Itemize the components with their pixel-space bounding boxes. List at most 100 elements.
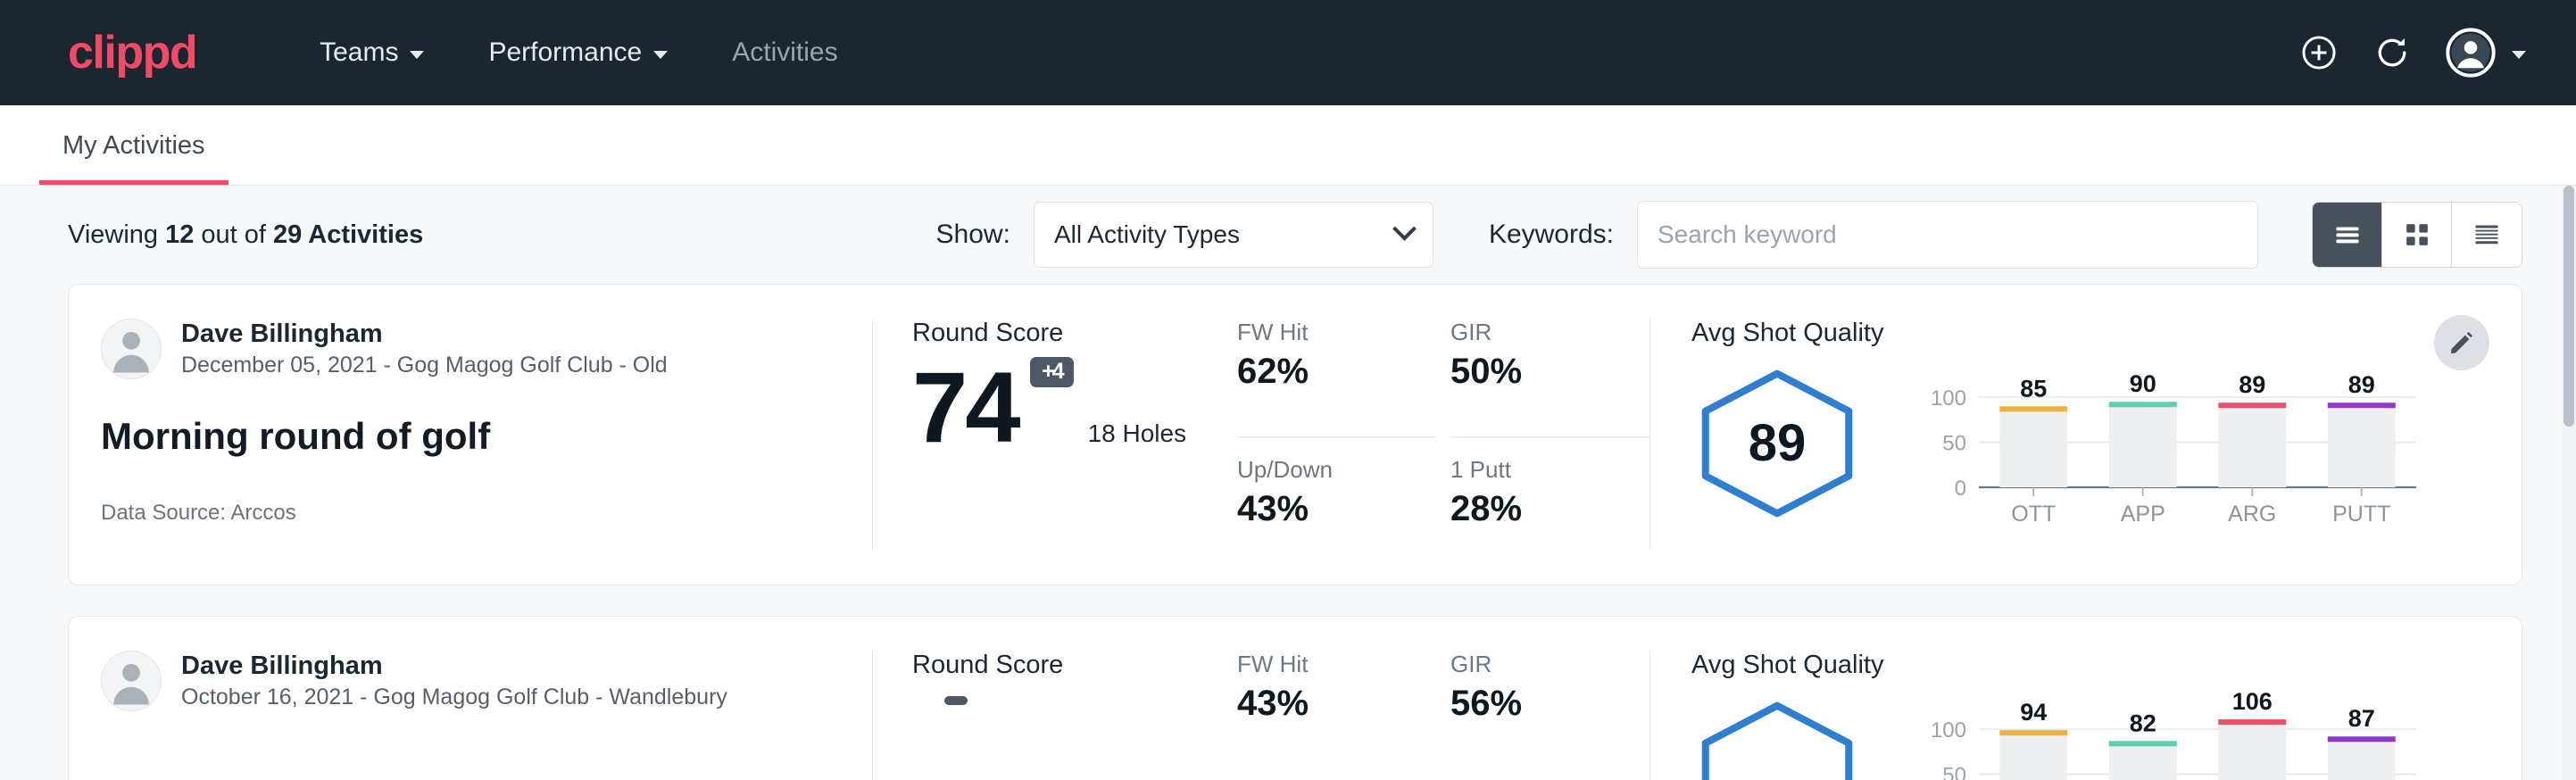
shot-quality-bar-chart: 05010085OTT90APP89ARG89PUTT: [1913, 353, 2486, 533]
scrollbar-thumb[interactable]: [2564, 186, 2574, 427]
svg-text:50: 50: [1942, 432, 1966, 456]
nav-item-activities[interactable]: Activities: [700, 37, 869, 68]
activity-meta: October 16, 2021 - Gog Magog Golf Club -…: [181, 685, 727, 710]
svg-text:100: 100: [1931, 386, 1966, 411]
avg-shot-quality-section: Avg Shot Quality 89 05010085OTT90APP89AR…: [1650, 285, 2522, 585]
stat-up-down-label: Up/Down: [1237, 456, 1411, 484]
tab-my-activities-label: My Activities: [62, 131, 205, 160]
svg-text:APP: APP: [2121, 502, 2165, 527]
player-name: Dave Billingham: [181, 651, 727, 681]
detail-view-icon: [2470, 218, 2504, 252]
shot-quality-bar-chart: 05010094OTT82APP106ARG87PUTT: [1913, 685, 2486, 780]
account-avatar-icon: [2446, 28, 2496, 78]
nav-item-performance[interactable]: Performance: [456, 37, 700, 68]
holes-played: 18 Holes: [1088, 419, 1187, 455]
viewing-mid: out of: [194, 220, 273, 249]
tab-my-activities[interactable]: My Activities: [39, 131, 229, 185]
svg-text:90: 90: [2130, 370, 2156, 397]
view-mode-toggle-group: [2312, 202, 2522, 268]
shot-quality-hexagon: 89: [1691, 367, 1863, 520]
grid-view-icon: [2400, 218, 2434, 252]
nav-item-activities-label: Activities: [732, 37, 837, 68]
score-to-par-badge: +4: [1030, 357, 1074, 387]
chevron-down-icon: [653, 51, 668, 59]
main-nav-links: Teams Performance Activities: [287, 37, 869, 68]
svg-text:PUTT: PUTT: [2332, 502, 2390, 527]
activity-title: Morning round of golf: [101, 415, 845, 458]
chevron-down-icon: [410, 51, 424, 59]
refresh-icon[interactable]: [2372, 33, 2412, 72]
nav-item-teams[interactable]: Teams: [287, 37, 456, 68]
stat-one-putt-label: 1 Putt: [1450, 456, 1625, 484]
stat-fw-hit-value: 43%: [1237, 684, 1411, 724]
score-to-par-badge: [944, 696, 968, 705]
activity-card[interactable]: Dave Billingham December 05, 2021 - Gog …: [68, 284, 2522, 585]
svg-text:82: 82: [2130, 709, 2156, 736]
chevron-down-icon: [1392, 216, 1417, 240]
stat-up-down: Up/Down 43%: [1237, 438, 1436, 558]
avatar: [101, 651, 162, 711]
svg-text:50: 50: [1942, 764, 1966, 780]
stat-fw-hit: FW Hit 43%: [1237, 651, 1436, 780]
avg-shot-quality-heading: Avg Shot Quality: [1691, 319, 2486, 348]
activity-author: Dave Billingham December 05, 2021 - Gog …: [101, 319, 845, 379]
filter-toolbar: Viewing 12 out of 29 Activities Show: Al…: [0, 186, 2576, 284]
page-scrollbar[interactable]: [2562, 186, 2576, 780]
list-view-icon: [2331, 218, 2364, 252]
svg-text:100: 100: [1931, 718, 1966, 743]
person-avatar-icon: [102, 651, 161, 710]
round-score-number: 74: [912, 352, 1018, 463]
svg-text:89: 89: [2239, 371, 2265, 398]
view-mode-detail-button[interactable]: [2452, 203, 2522, 267]
round-score-heading: Round Score: [912, 651, 1230, 680]
svg-text:OTT: OTT: [2011, 502, 2056, 527]
stat-fw-hit-label: FW Hit: [1237, 319, 1411, 346]
stat-gir: GIR 56%: [1450, 651, 1649, 780]
stat-one-putt: 1 Putt 28%: [1450, 438, 1649, 558]
edit-activity-button[interactable]: [2434, 315, 2489, 370]
plus-circle-icon[interactable]: [2299, 33, 2339, 72]
nav-item-teams-label: Teams: [320, 37, 398, 68]
stat-gir: GIR 50%: [1450, 319, 1649, 438]
svg-text:106: 106: [2232, 688, 2273, 715]
viewing-total: 29 Activities: [273, 220, 423, 249]
activity-meta: December 05, 2021 - Gog Magog Golf Club …: [181, 353, 668, 378]
stat-up-down-value: 43%: [1237, 489, 1411, 529]
account-menu[interactable]: [2446, 28, 2526, 78]
viewing-count-text: Viewing 12 out of 29 Activities: [68, 220, 423, 250]
svg-text:94: 94: [2020, 699, 2047, 726]
nav-item-performance-label: Performance: [488, 37, 642, 68]
stat-gir-label: GIR: [1450, 319, 1625, 346]
view-mode-list-button[interactable]: [2313, 203, 2382, 267]
bar-chart-svg: 05010094OTT82APP106ARG87PUTT: [1913, 685, 2431, 780]
shot-quality-value: 89: [1691, 367, 1863, 520]
view-mode-grid-button[interactable]: [2382, 203, 2452, 267]
stat-gir-label: GIR: [1450, 651, 1625, 678]
search-input[interactable]: [1637, 201, 2258, 269]
svg-text:ARG: ARG: [2228, 502, 2276, 527]
stat-fw-hit-label: FW Hit: [1237, 651, 1411, 678]
tab-bar: My Activities: [0, 105, 2576, 186]
activity-card[interactable]: Dave Billingham October 16, 2021 - Gog M…: [68, 616, 2522, 780]
shot-quality-value: [1691, 699, 1863, 780]
clippd-logo[interactable]: clippd: [68, 29, 196, 76]
stat-one-putt-value: 28%: [1450, 489, 1625, 529]
activity-data-source: Data Source: Arccos: [101, 501, 845, 526]
activity-card-list: Dave Billingham December 05, 2021 - Gog …: [0, 284, 2576, 780]
activity-type-select-value: All Activity Types: [1054, 220, 1240, 249]
round-score-heading: Round Score: [912, 319, 1230, 348]
chevron-down-icon: [2512, 51, 2526, 59]
svg-text:89: 89: [2348, 371, 2375, 398]
pencil-icon: [2447, 328, 2476, 357]
stat-fw-hit-value: 62%: [1237, 352, 1411, 392]
round-stats-section: FW Hit 43% GIR 56% Up/Down 1 Putt: [1230, 617, 1649, 780]
avg-shot-quality-section: Avg Shot Quality 05010094OTT82APP106ARG8…: [1650, 617, 2522, 780]
activity-type-select[interactable]: All Activity Types: [1034, 202, 1433, 268]
show-label: Show:: [936, 220, 1010, 250]
round-score-section: Round Score 74 +4 18 Holes: [873, 285, 1230, 585]
svg-text:85: 85: [2020, 375, 2047, 402]
round-stats-section: FW Hit 62% GIR 50% Up/Down 43% 1 Putt 28…: [1230, 285, 1649, 585]
top-navigation-bar: clippd Teams Performance Activities: [0, 0, 2576, 105]
viewing-prefix: Viewing: [68, 220, 165, 249]
avg-shot-quality-heading: Avg Shot Quality: [1691, 651, 2486, 680]
